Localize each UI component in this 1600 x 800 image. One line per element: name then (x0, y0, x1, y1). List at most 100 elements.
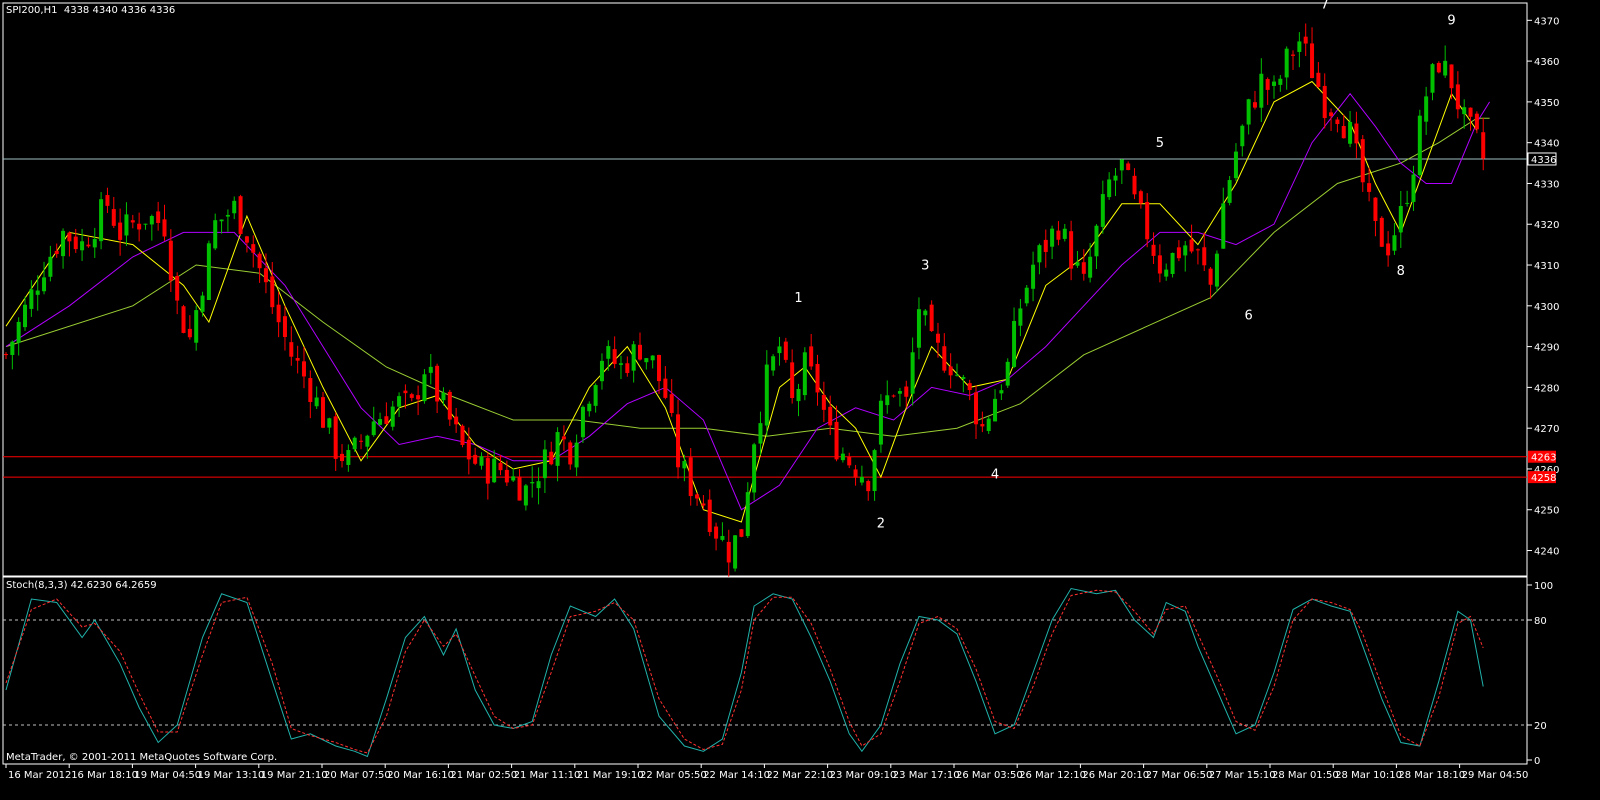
bull-candle (1430, 64, 1435, 93)
bear-candle (466, 439, 471, 460)
bear-candle (460, 425, 465, 445)
bull-candle (1398, 206, 1403, 233)
bear-candle (1303, 36, 1308, 44)
bull-candle (1424, 96, 1429, 122)
bear-candle (638, 344, 642, 360)
time-tick-label: 19 Mar 13:10 (198, 770, 265, 781)
bear-candle (688, 457, 693, 497)
bear-candle (403, 390, 408, 394)
price-tick-label: 4250 (1534, 506, 1559, 517)
bull-candle (346, 450, 351, 465)
bull-candle (1100, 194, 1105, 227)
bull-candle (23, 304, 28, 328)
bull-candle (441, 392, 446, 401)
bear-candle (270, 276, 275, 308)
bear-candle (1157, 255, 1162, 274)
bull-candle (61, 230, 66, 257)
price-tick-label: 4280 (1534, 383, 1559, 394)
bear-candle (695, 494, 700, 499)
bull-candle (511, 476, 516, 481)
bear-candle (1373, 197, 1378, 221)
bull-candle (1259, 73, 1264, 108)
bear-candle (726, 541, 731, 563)
bear-candle (473, 454, 478, 464)
bear-candle (1176, 247, 1181, 259)
bull-candle (618, 363, 623, 365)
support-level-label: 4263 (1531, 453, 1556, 464)
bull-candle (752, 444, 757, 493)
bear-candle (866, 481, 871, 492)
bear-candle (1436, 62, 1441, 73)
price-tick-label: 4360 (1534, 57, 1559, 68)
bull-candle (200, 295, 205, 312)
bear-candle (263, 268, 268, 283)
bull-candle (1031, 264, 1036, 289)
bull-candle (961, 377, 966, 379)
bear-candle (821, 394, 826, 410)
stoch-tick-label: 20 (1534, 721, 1547, 732)
bear-candle (181, 306, 186, 333)
time-tick-label: 22 Mar 22:10 (766, 770, 833, 781)
bear-candle (4, 354, 8, 356)
bear-candle (669, 394, 674, 413)
bull-candle (536, 481, 541, 489)
bull-candle (599, 360, 604, 382)
bear-candle (1132, 175, 1137, 195)
bull-candle (1005, 361, 1010, 386)
bear-candle (1455, 84, 1460, 110)
bull-candle (796, 388, 801, 402)
bull-candle (986, 418, 991, 432)
bear-candle (276, 304, 281, 323)
bear-candle (815, 363, 820, 393)
stoch-signal-value: 64.2659 (115, 580, 157, 591)
bull-candle (42, 277, 47, 292)
time-tick-label: 28 Mar 18:10 (1398, 770, 1465, 781)
bear-candle (1069, 231, 1074, 269)
wave-labels: 1 2 3 4 5 6 7 8 9 (794, 0, 1455, 532)
bull-candle (10, 341, 15, 355)
bull-candle (606, 346, 611, 359)
bear-candle (111, 209, 116, 226)
bear-candle (168, 240, 173, 281)
bear-candle (156, 211, 161, 223)
ma-mid-line (5, 92, 1491, 511)
bull-candle (574, 442, 579, 468)
bear-candle (929, 304, 934, 332)
bull-candle (999, 390, 1004, 394)
bull-candle (1050, 228, 1055, 247)
time-tick-label: 23 Mar 17:10 (893, 770, 960, 781)
time-tick-label: 26 Mar 20:10 (1082, 770, 1149, 781)
bear-candle (980, 424, 985, 427)
time-tick-label: 16 Mar 18:10 (71, 770, 138, 781)
stoch-tick-label: 80 (1534, 616, 1547, 627)
stoch-axis: 100 80 20 0 (1527, 581, 1553, 767)
bear-candle (308, 378, 313, 403)
bear-candle (1252, 102, 1257, 108)
bull-candle (1221, 203, 1226, 249)
wave-label: 7 (1321, 0, 1329, 12)
stoch-name: Stoch(8,3,3) (6, 580, 68, 591)
bull-candle (530, 482, 535, 484)
bull-candle (371, 421, 376, 436)
bull-candle (771, 356, 776, 371)
bear-candle (663, 378, 668, 398)
bear-candle (67, 232, 72, 242)
bear-candle (340, 453, 345, 462)
bull-candle (16, 321, 21, 343)
bear-candle (891, 395, 896, 397)
bull-candle (194, 310, 199, 343)
bear-candle (289, 342, 294, 357)
price-tick-label: 4340 (1534, 139, 1559, 150)
time-tick-label: 29 Mar 04:50 (1462, 770, 1529, 781)
bear-candle (1316, 72, 1321, 87)
bull-candle (390, 406, 395, 427)
bear-candle (295, 358, 300, 361)
copyright: MetaTrader, © 2001-2011 MetaQuotes Softw… (6, 752, 278, 763)
bull-candle (644, 358, 649, 363)
bear-candle (904, 386, 909, 397)
bear-candle (1310, 43, 1315, 79)
trading-chart[interactable]: 4370436043504340433043204310430042904280… (0, 0, 1600, 800)
bear-candle (1449, 64, 1454, 89)
wave-label: 2 (877, 517, 885, 532)
bear-candle (561, 436, 566, 440)
